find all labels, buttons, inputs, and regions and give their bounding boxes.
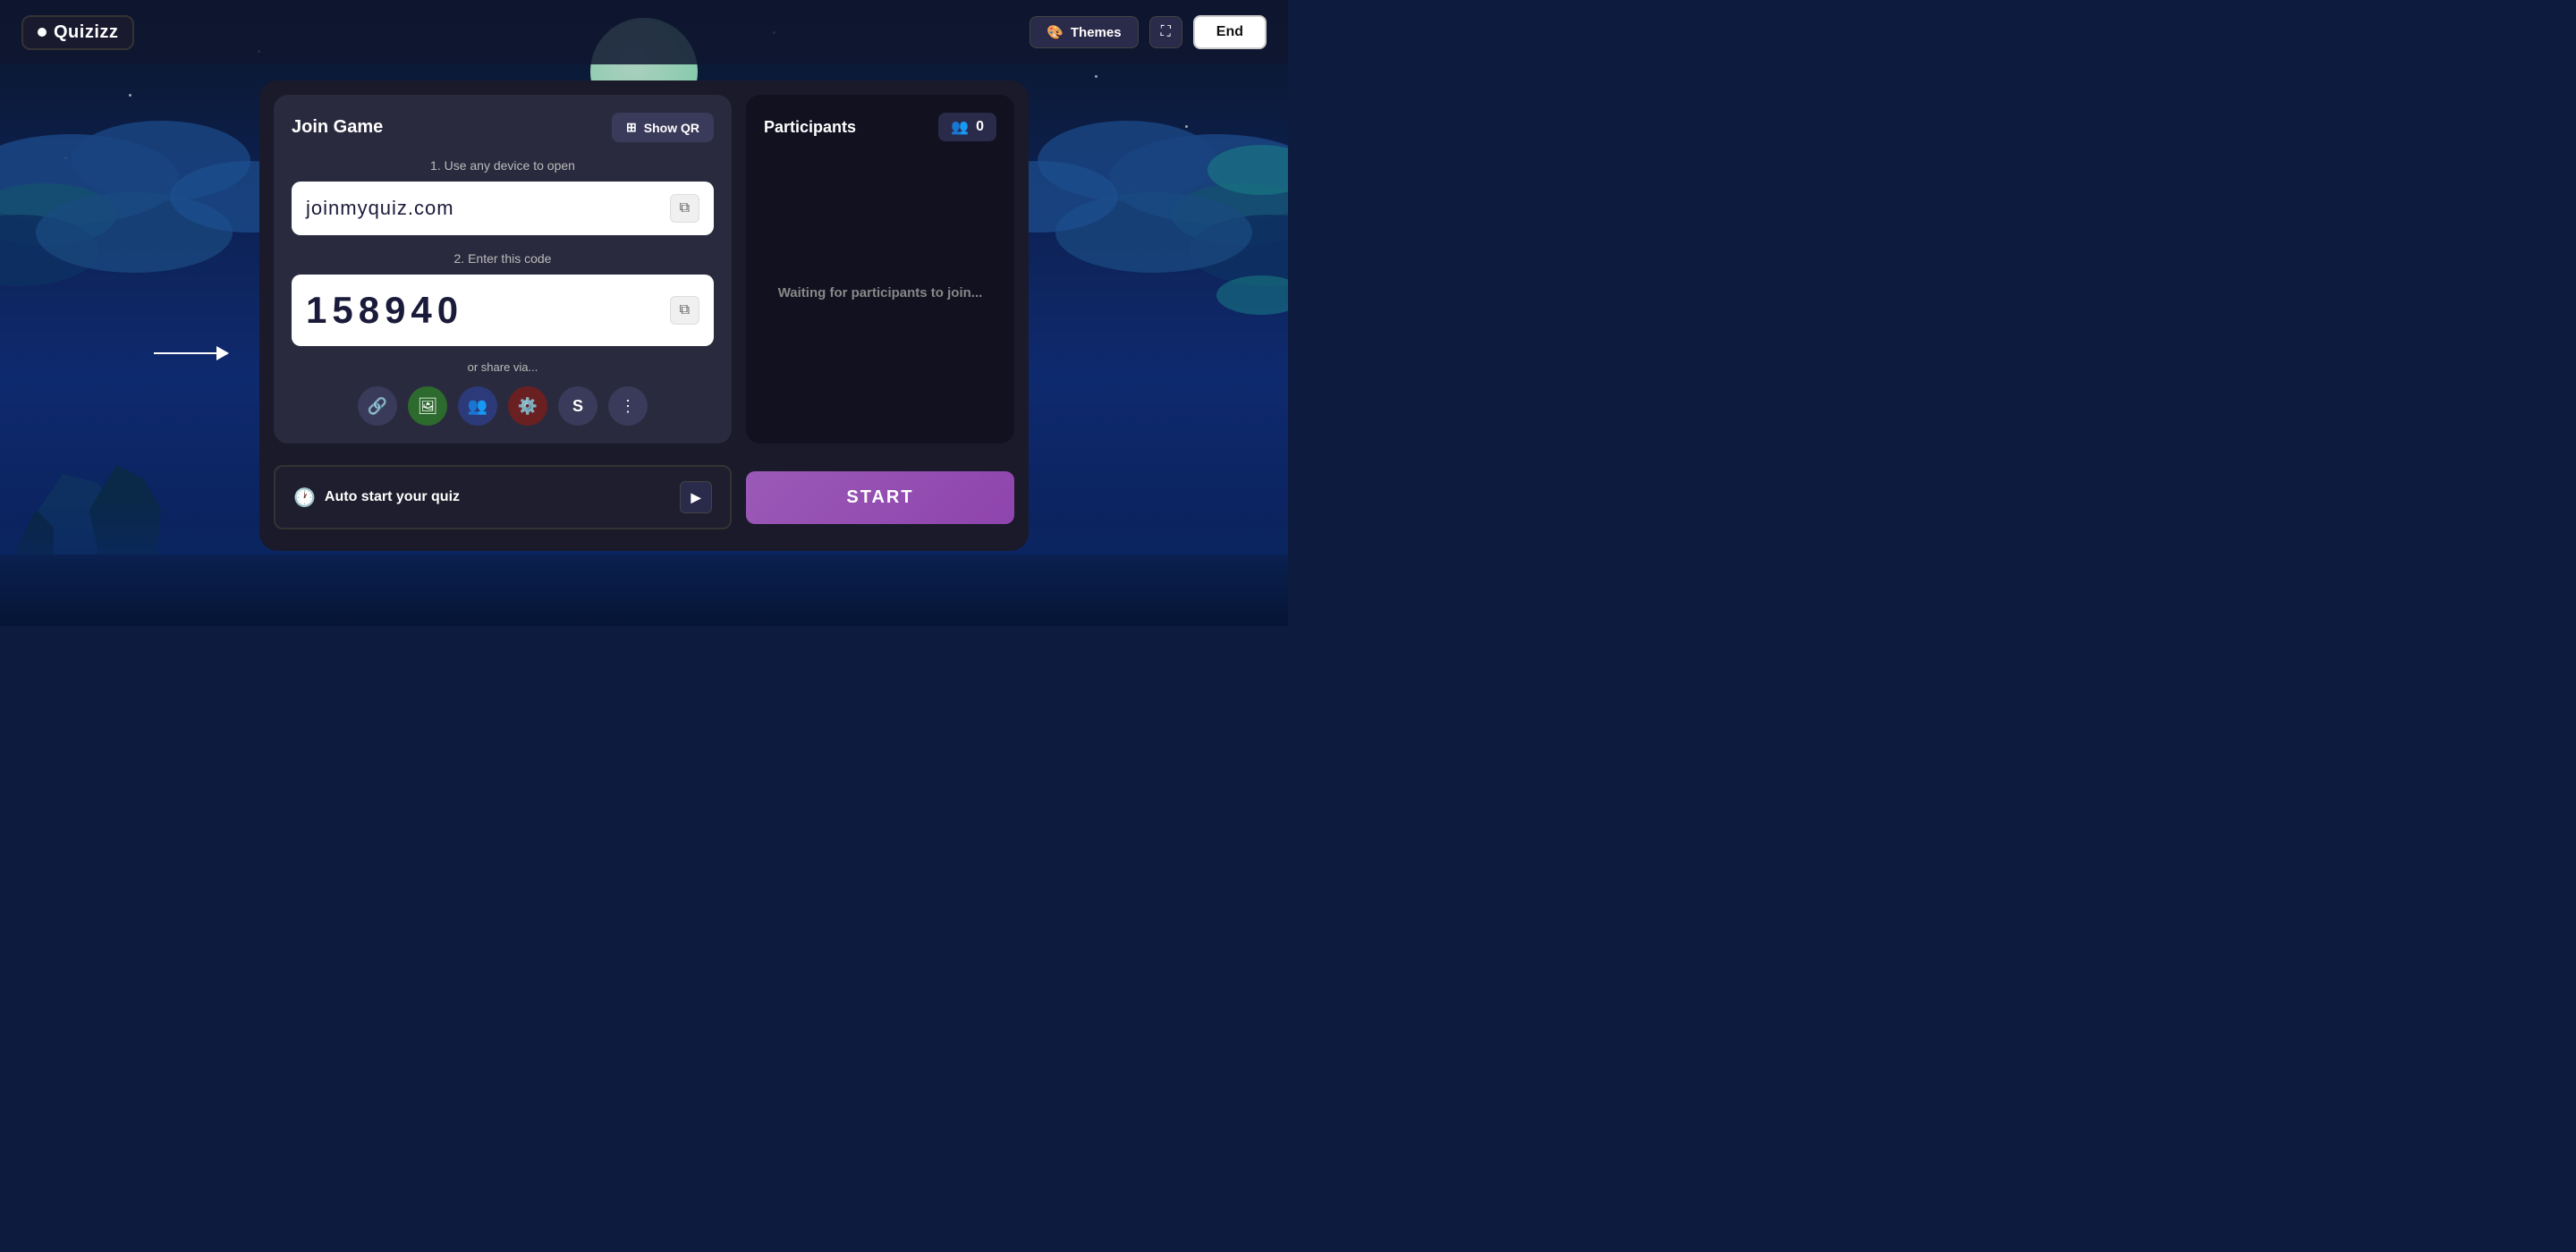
topbar-right: 🎨 Themes ⛶ End [1030,15,1267,49]
copy-url-button[interactable]: ⧉ [670,194,699,223]
waiting-text: Waiting for participants to join... [778,285,983,300]
clock-icon: 🕐 [293,486,316,509]
ground [0,554,1288,626]
settings-icon: ⚙️ [518,397,538,416]
copy-code-icon: ⧉ [680,302,690,317]
logo-dot [38,28,47,37]
auto-start-label: Auto start your quiz [325,489,460,505]
play-icon-box: ▶ [680,481,712,513]
participants-count: 0 [976,119,984,135]
copy-icon: ⧉ [680,200,690,216]
qr-icon: ⊞ [626,120,637,135]
share-icons: 🔗 🖼 👥 ⚙️ S ⋮ [292,386,714,426]
share-teams-button[interactable]: 👥 [458,386,497,426]
classroom-icon: 🖼 [418,397,438,416]
themes-button[interactable]: 🎨 Themes [1030,16,1138,48]
start-label: START [846,487,913,507]
step1-label: 1. Use any device to open [292,158,714,173]
more-icon: ⋮ [620,397,636,416]
join-title: Join Game [292,117,383,138]
share-settings-button[interactable]: ⚙️ [508,386,547,426]
share-s-button[interactable]: S [558,386,597,426]
participants-icon: 👥 [951,118,969,136]
auto-start-button[interactable]: 🕐 Auto start your quiz ▶ [274,465,732,529]
panel-body: Join Game ⊞ Show QR 1. Use any device to… [259,80,1029,458]
start-button[interactable]: START [746,471,1014,524]
fullscreen-icon: ⛶ [1161,24,1171,39]
end-label: End [1216,24,1243,39]
auto-start-left: 🕐 Auto start your quiz [293,486,460,509]
game-code: 158940 [306,289,463,332]
link-icon: 🔗 [368,397,387,416]
url-text: joinmyquiz.com [306,197,454,220]
share-classroom-button[interactable]: 🖼 [408,386,447,426]
participants-title: Participants [764,118,856,137]
topbar: Quizizz 🎨 Themes ⛶ End [0,0,1288,64]
participants-count-box: 👥 0 [938,113,996,141]
participants-section: Participants 👥 0 Waiting for participant… [746,95,1014,444]
fullscreen-button[interactable]: ⛶ [1149,16,1182,48]
show-qr-label: Show QR [644,121,699,135]
url-box: joinmyquiz.com ⧉ [292,182,714,235]
palette-icon: 🎨 [1046,24,1063,40]
teams-icon: 👥 [468,397,487,416]
play-icon: ▶ [691,490,701,505]
share-label: or share via... [292,360,714,374]
share-more-button[interactable]: ⋮ [608,386,648,426]
join-header: Join Game ⊞ Show QR [292,113,714,142]
arrow-pointer [154,346,229,360]
share-link-button[interactable]: 🔗 [358,386,397,426]
show-qr-button[interactable]: ⊞ Show QR [612,113,714,142]
end-button[interactable]: End [1193,15,1267,49]
bottom-bar: 🕐 Auto start your quiz ▶ START [259,465,1029,529]
logo: Quizizz [21,15,134,50]
code-box: 158940 ⧉ [292,275,714,346]
step2-label: 2. Enter this code [292,251,714,266]
themes-label: Themes [1071,25,1122,40]
join-section: Join Game ⊞ Show QR 1. Use any device to… [274,95,732,444]
participants-header: Participants 👥 0 [764,113,996,141]
s-icon: S [572,397,583,416]
arrow-line [154,352,216,354]
main-panel: Join Game ⊞ Show QR 1. Use any device to… [259,80,1029,551]
logo-text: Quizizz [54,22,118,43]
copy-code-button[interactable]: ⧉ [670,296,699,325]
arrow-head [216,346,229,360]
